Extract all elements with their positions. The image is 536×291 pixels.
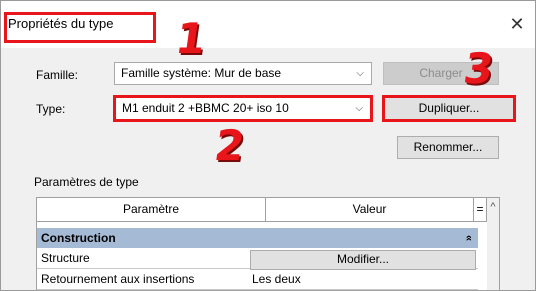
- title-highlight-box: [4, 12, 156, 43]
- collapse-icon[interactable]: »: [459, 235, 479, 241]
- column-header-equals[interactable]: =: [474, 198, 487, 222]
- family-select[interactable]: Famille système: Mur de base ⌵: [114, 62, 372, 85]
- chevron-down-icon: ⌵: [355, 103, 363, 114]
- type-select[interactable]: M1 enduit 2 +BBMC 20+ iso 10 ⌵: [113, 95, 373, 122]
- group-row-construction[interactable]: Construction »: [37, 228, 478, 248]
- duplicate-button-label: Dupliquer...: [418, 101, 480, 115]
- family-label: Famille:: [36, 68, 79, 82]
- rename-button[interactable]: Renommer...: [397, 136, 499, 159]
- close-icon[interactable]: ✕: [505, 12, 529, 36]
- scrollbar-track[interactable]: ^: [487, 198, 499, 290]
- duplicate-button[interactable]: Dupliquer...: [382, 95, 516, 122]
- group-label: Construction: [41, 231, 116, 245]
- rename-button-label: Renommer...: [413, 140, 483, 154]
- param-name-structure: Structure: [37, 249, 248, 269]
- scroll-up-icon[interactable]: ^: [487, 198, 499, 216]
- callout-number-2: 2: [211, 121, 248, 170]
- load-button-label: Charger: [419, 66, 463, 80]
- callout-number-3: 3: [460, 44, 497, 93]
- callout-number-1: 1: [172, 14, 209, 63]
- chevron-down-icon: ⌵: [356, 68, 364, 79]
- param-value-structure-cell: Modifier...: [248, 249, 478, 270]
- column-header-value[interactable]: Valeur: [266, 198, 474, 222]
- structure-edit-button[interactable]: Modifier...: [250, 250, 476, 270]
- family-select-value: Famille système: Mur de base: [121, 66, 282, 80]
- column-header-parameter[interactable]: Paramètre: [37, 198, 266, 222]
- param-name-flip: Retournement aux insertions: [37, 270, 248, 290]
- type-params-label: Paramètres de type: [34, 175, 139, 189]
- param-value-flip[interactable]: Les deux: [248, 270, 478, 290]
- type-label: Type:: [36, 102, 66, 116]
- type-select-value: M1 enduit 2 +BBMC 20+ iso 10: [122, 101, 289, 115]
